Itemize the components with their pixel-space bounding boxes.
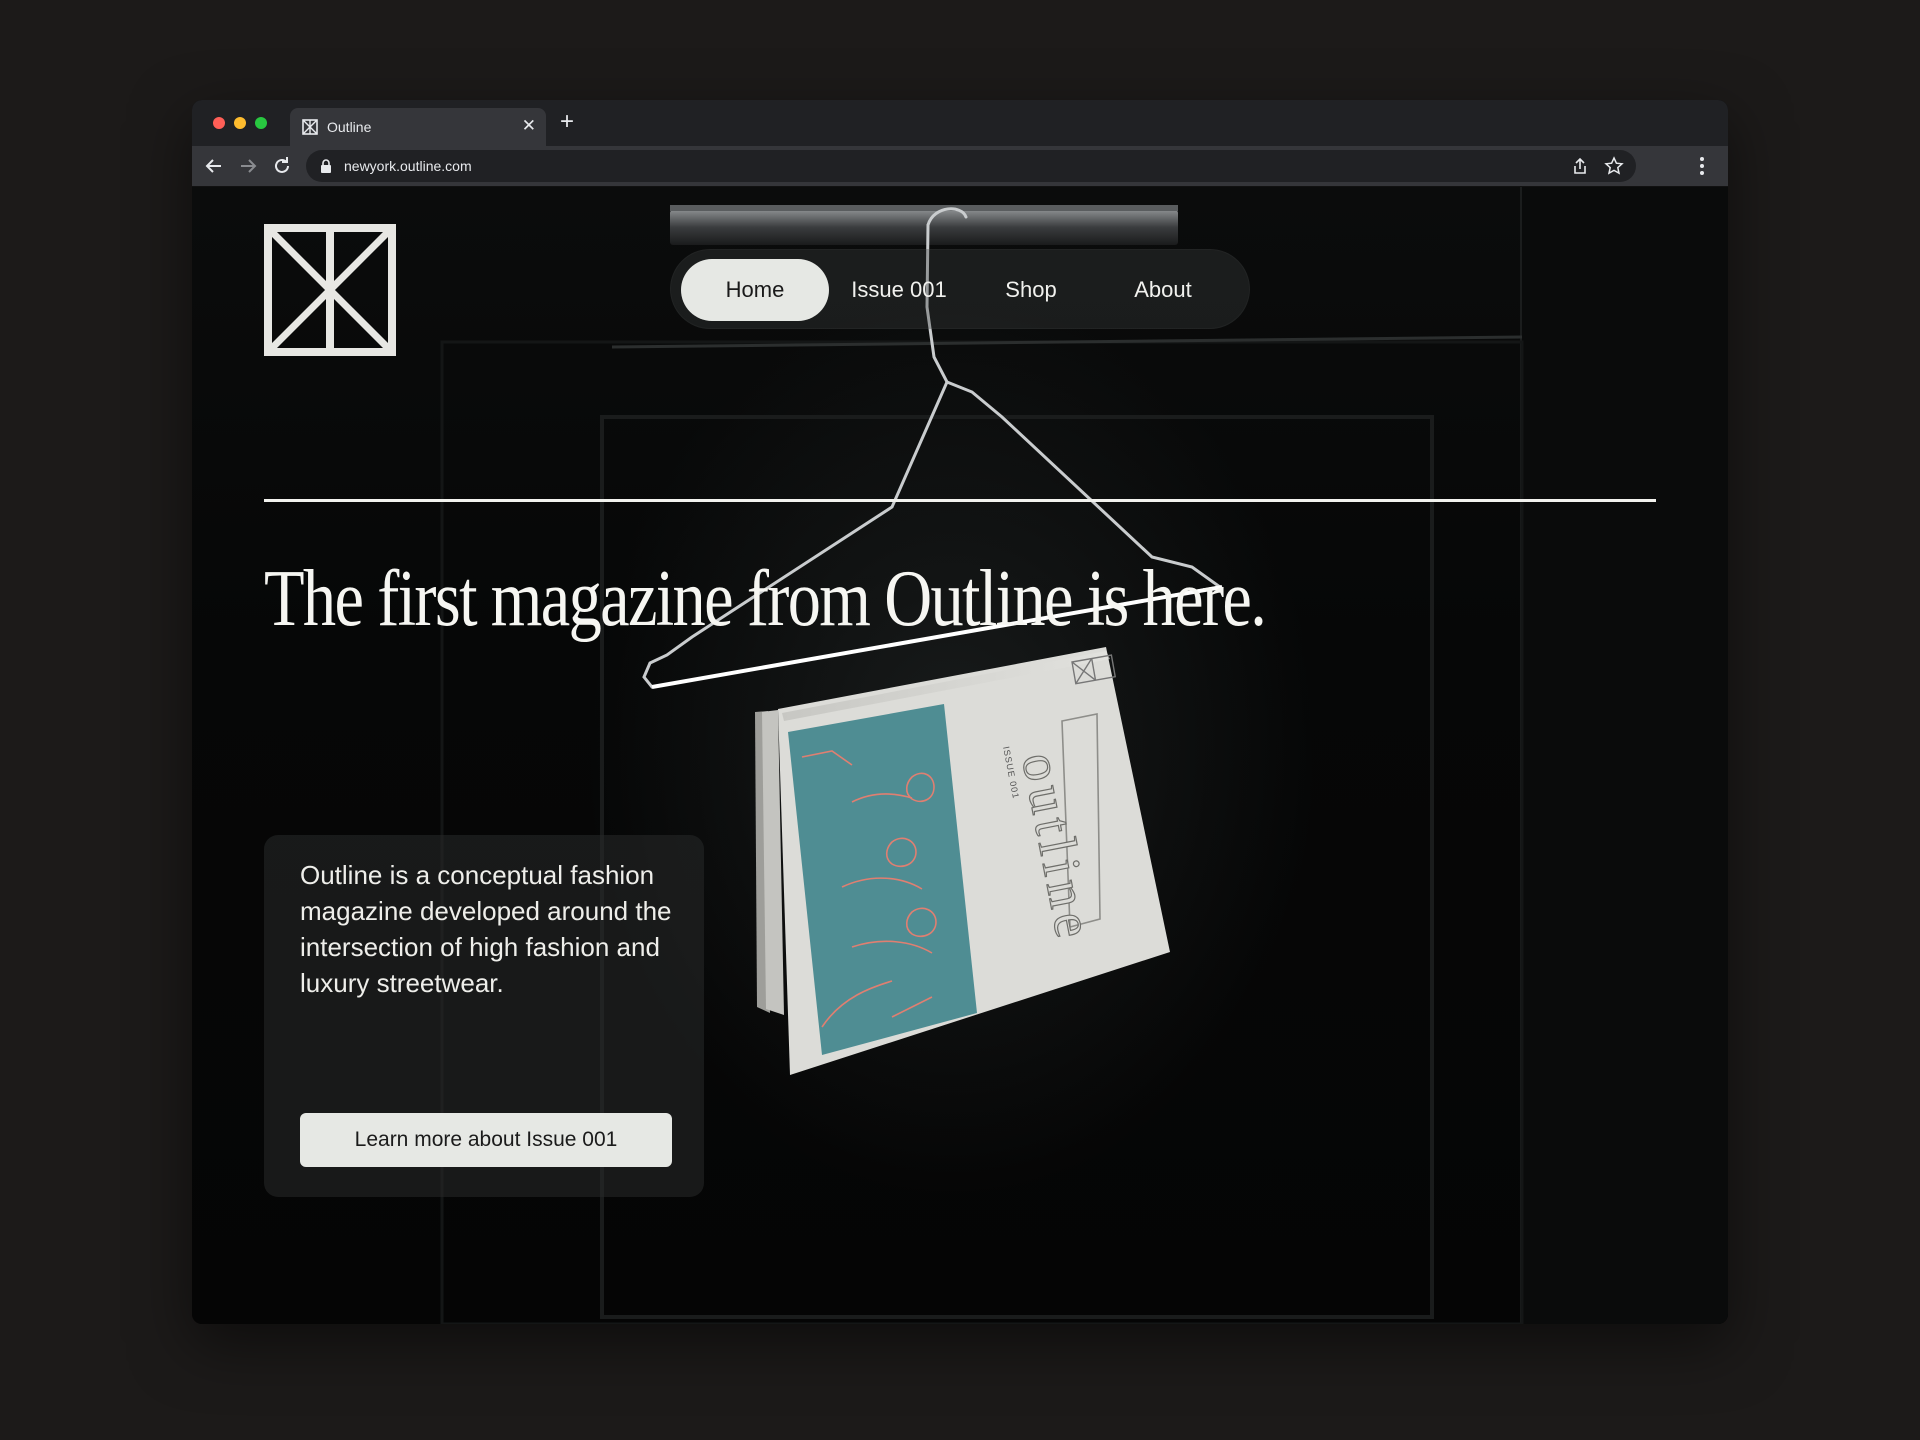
share-icon[interactable] xyxy=(1570,156,1590,176)
bookmark-star-icon[interactable] xyxy=(1604,156,1624,176)
more-menu-icon[interactable] xyxy=(1690,154,1714,178)
outline-logo-icon[interactable] xyxy=(264,224,396,356)
back-arrow-icon[interactable] xyxy=(202,154,226,178)
nav-issue-001[interactable]: Issue 001 xyxy=(834,259,964,321)
browser-window: Outline ✕ + newyork.outline.com outline … xyxy=(192,100,1728,1324)
cabinet-edge xyxy=(1522,187,1728,1324)
nav-about[interactable]: About xyxy=(1098,259,1228,321)
forward-arrow-icon[interactable] xyxy=(236,154,260,178)
intro-card: Outline is a conceptual fashion magazine… xyxy=(264,835,704,1197)
nav-shop[interactable]: Shop xyxy=(976,259,1086,321)
browser-toolbar: newyork.outline.com xyxy=(192,146,1728,187)
new-tab-icon[interactable]: + xyxy=(560,109,574,135)
main-nav: Home Issue 001 Shop About xyxy=(670,249,1250,329)
hero-headline: The first magazine from Outline is here. xyxy=(264,555,1267,643)
webpage: outline ISSUE 001 Home Issue 001 Shop Ab… xyxy=(192,187,1728,1324)
lock-icon xyxy=(321,159,331,173)
tab-close-icon[interactable]: ✕ xyxy=(522,116,536,136)
address-bar[interactable]: newyork.outline.com xyxy=(306,150,1636,182)
outline-favicon-icon xyxy=(302,119,318,135)
nav-home[interactable]: Home xyxy=(681,259,829,321)
url-text: newyork.outline.com xyxy=(344,158,472,174)
tab-outline[interactable]: Outline ✕ xyxy=(290,108,546,146)
learn-more-button[interactable]: Learn more about Issue 001 xyxy=(300,1113,672,1167)
tab-bar: Outline ✕ + xyxy=(192,100,1728,146)
header-divider xyxy=(264,499,1656,502)
intro-text: Outline is a conceptual fashion magazine… xyxy=(300,860,672,998)
minimize-window-button[interactable] xyxy=(234,117,246,129)
cabinet-handle xyxy=(670,210,1178,245)
reload-icon[interactable] xyxy=(270,154,294,178)
cabinet-handle-top xyxy=(670,205,1178,211)
maximize-window-button[interactable] xyxy=(255,117,267,129)
magazine: outline ISSUE 001 xyxy=(755,647,1170,1075)
close-window-button[interactable] xyxy=(213,117,225,129)
tab-title: Outline xyxy=(327,119,372,135)
